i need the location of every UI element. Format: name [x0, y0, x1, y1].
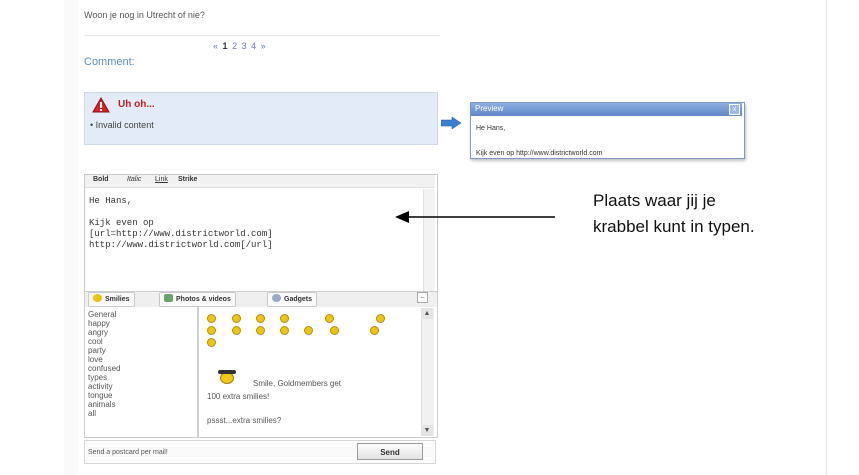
smiley-icon	[93, 294, 102, 302]
previous-post-text: Woon je nog in Utrecht of nie?	[84, 10, 205, 20]
comment-textarea[interactable]: He Hans, Kijk even op [url=http://www.di…	[89, 196, 273, 251]
category-cool[interactable]: cool	[88, 338, 103, 346]
error-item: • Invalid content	[90, 120, 154, 130]
link-button[interactable]: Link	[155, 176, 168, 183]
goldmember-text: Smile, Goldmembers get	[253, 379, 342, 388]
smiley-icon[interactable]	[280, 314, 289, 323]
smiley-icon[interactable]	[304, 326, 313, 335]
pagination-next[interactable]: »	[261, 41, 267, 51]
smiley-icon[interactable]	[376, 314, 385, 323]
pagination-page-3[interactable]: 3	[242, 41, 248, 51]
pagination: « 1 2 3 4 »	[213, 41, 267, 51]
category-activity[interactable]: activity	[88, 383, 112, 391]
smiley-icon[interactable]	[256, 314, 265, 323]
smiley-icon[interactable]	[232, 326, 241, 335]
category-types[interactable]: types	[88, 374, 107, 382]
pagination-page-4[interactable]: 4	[251, 41, 257, 51]
tab-photos-videos[interactable]: Photos & videos	[159, 292, 236, 307]
page-right-border	[826, 0, 827, 475]
smiley-icon[interactable]	[207, 326, 216, 335]
warning-icon	[92, 97, 110, 113]
category-happy[interactable]: happy	[88, 320, 110, 328]
tab-smilies[interactable]: Smilies	[88, 292, 135, 307]
annotation-text: Plaats waar jij je krabbel kunt in typen…	[593, 188, 755, 240]
annotation-line-2: krabbel kunt in typen.	[593, 217, 755, 236]
bold-button[interactable]: Bold	[93, 176, 109, 183]
annotation-line-1: Plaats waar jij je	[593, 191, 716, 210]
tab-gadgets[interactable]: Gadgets	[267, 292, 318, 307]
arrow-right-icon	[441, 117, 461, 129]
pagination-prev[interactable]: «	[213, 41, 219, 51]
photo-icon	[164, 294, 173, 302]
scroll-down-icon[interactable]: ▼	[421, 425, 433, 436]
category-confused[interactable]: confused	[88, 365, 120, 373]
smiley-icon[interactable]	[370, 326, 379, 335]
preview-header	[471, 103, 742, 116]
smiley-panel-scrollbar[interactable]	[421, 308, 434, 436]
preview-line-2: Kijk even op http://www.districtworld.co…	[476, 150, 603, 157]
preview-title: Preview	[475, 104, 504, 113]
send-button[interactable]: Send	[357, 443, 423, 460]
scroll-up-icon[interactable]: ▲	[421, 308, 433, 319]
smiley-icon[interactable]	[232, 314, 241, 323]
italic-button[interactable]: Italic	[127, 176, 141, 183]
category-party[interactable]: party	[88, 347, 106, 355]
smiley-icon[interactable]	[207, 338, 216, 347]
annotation-arrow-icon	[395, 211, 555, 223]
divider	[84, 35, 440, 36]
smiley-tabs-bar	[84, 291, 438, 308]
smiley-icon[interactable]	[207, 314, 216, 323]
preview-line-1: He Hans,	[476, 125, 506, 132]
category-all[interactable]: all	[88, 410, 96, 418]
smiley-icon[interactable]	[330, 326, 339, 335]
category-angry[interactable]: angry	[88, 329, 108, 337]
category-general[interactable]: General	[88, 311, 116, 319]
gadget-icon	[272, 294, 281, 302]
smiley-icon[interactable]	[325, 314, 334, 323]
hat-icon	[218, 370, 236, 374]
pagination-page-2[interactable]: 2	[232, 41, 238, 51]
pagination-page-1[interactable]: 1	[223, 41, 229, 51]
error-title: Uh oh...	[118, 99, 155, 110]
category-animals[interactable]: animals	[88, 401, 116, 409]
goldmember-text-2: 100 extra smilies!	[207, 392, 270, 401]
smiley-icon[interactable]	[256, 326, 265, 335]
strike-button[interactable]: Strike	[178, 176, 197, 183]
collapse-icon[interactable]: –	[417, 292, 428, 303]
send-postcard-link[interactable]: Send a postcard per mail!	[88, 449, 168, 456]
smiley-icon[interactable]	[280, 326, 289, 335]
close-icon[interactable]: x	[729, 104, 740, 115]
category-tongue[interactable]: tongue	[88, 392, 112, 400]
extra-smilies-link[interactable]: pssst...extra smilies?	[207, 416, 281, 425]
comment-label: Comment:	[84, 56, 135, 68]
category-love[interactable]: love	[88, 356, 103, 364]
